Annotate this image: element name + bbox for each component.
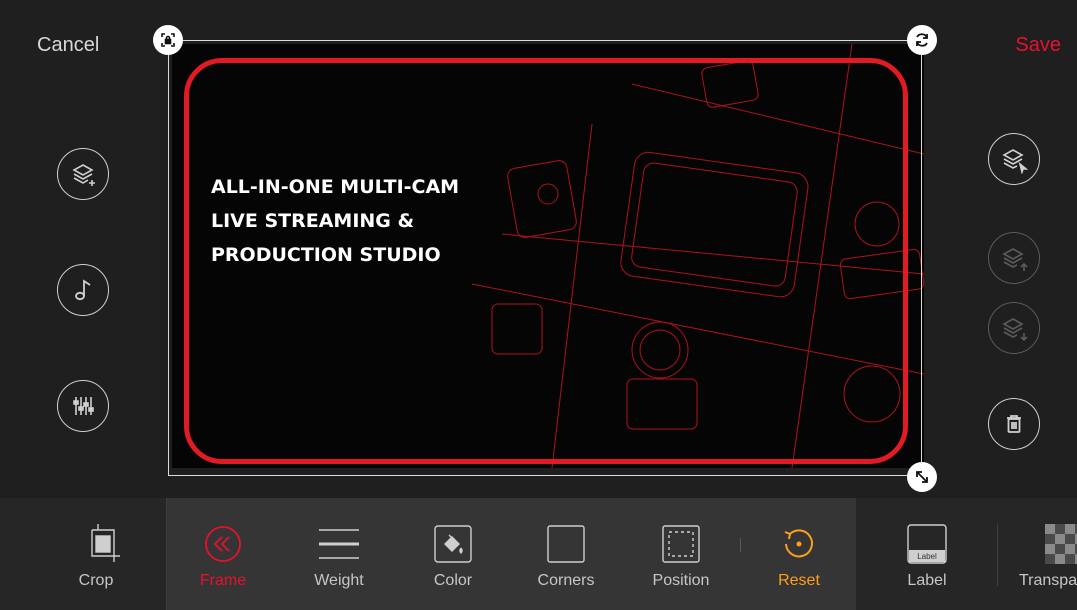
tool-label-label: Label <box>907 572 947 589</box>
paint-bucket-icon <box>434 525 472 563</box>
trash-icon <box>1007 415 1021 433</box>
tool-frame[interactable]: Frame <box>178 498 268 610</box>
save-button[interactable]: Save <box>1015 34 1061 57</box>
add-layer-icon <box>72 164 95 186</box>
corners-square-icon <box>547 525 585 563</box>
select-layer-button[interactable] <box>988 133 1040 185</box>
tool-crop-label: Crop <box>78 572 114 589</box>
layer-up-icon <box>1002 248 1028 271</box>
cancel-button[interactable]: Cancel <box>37 34 99 57</box>
tool-weight-label: Weight <box>314 572 364 589</box>
bring-forward-button[interactable] <box>988 232 1040 284</box>
rotate-handle[interactable] <box>907 25 937 55</box>
send-backward-button[interactable] <box>988 302 1040 354</box>
tool-reset-label: Reset <box>778 572 820 589</box>
tool-weight[interactable]: Weight <box>294 498 384 610</box>
frame-tools-group <box>166 498 856 610</box>
checkerboard-icon <box>1045 524 1077 564</box>
add-music-button[interactable] <box>57 264 109 316</box>
tool-corners[interactable]: Corners <box>521 498 611 610</box>
crop-icon <box>91 524 120 562</box>
tool-position-label: Position <box>652 572 710 589</box>
select-layer-icon <box>1002 149 1029 174</box>
tool-position[interactable]: Position <box>636 498 726 610</box>
tool-transparency-label: Transpa <box>1019 572 1077 589</box>
tool-crop[interactable]: Crop <box>46 498 146 610</box>
tool-label[interactable]: Label Label <box>882 498 972 610</box>
audio-mixer-button[interactable] <box>57 380 109 432</box>
bottom-toolbar: Crop Frame Weight Color Corners Position… <box>0 498 1077 610</box>
music-note-icon <box>75 279 91 301</box>
selection-bounding-box <box>168 40 922 476</box>
lock-icon <box>161 33 175 47</box>
tool-corners-label: Corners <box>537 572 595 589</box>
tool-reset[interactable]: Reset <box>754 498 844 610</box>
layer-down-icon <box>1002 318 1028 342</box>
label-thumbnail-icon: Label <box>907 524 947 564</box>
add-layer-button[interactable] <box>57 148 109 200</box>
lock-handle[interactable] <box>153 25 183 55</box>
frame-chevrons-icon <box>205 526 241 562</box>
rotate-icon <box>916 33 928 47</box>
delete-button[interactable] <box>988 398 1040 450</box>
tool-color-label: Color <box>433 572 473 589</box>
tool-transparency[interactable]: Transpa <box>1012 498 1077 610</box>
dashed-frame-icon <box>662 525 700 563</box>
label-thumbnail-text: Label <box>917 552 937 561</box>
reset-icon <box>784 529 813 558</box>
resize-handle[interactable] <box>907 462 937 492</box>
tool-frame-label: Frame <box>199 572 247 589</box>
equalizer-icon <box>73 397 94 415</box>
resize-arrows-icon <box>916 471 928 483</box>
tool-color[interactable]: Color <box>408 498 498 610</box>
line-weight-icon <box>319 529 359 559</box>
